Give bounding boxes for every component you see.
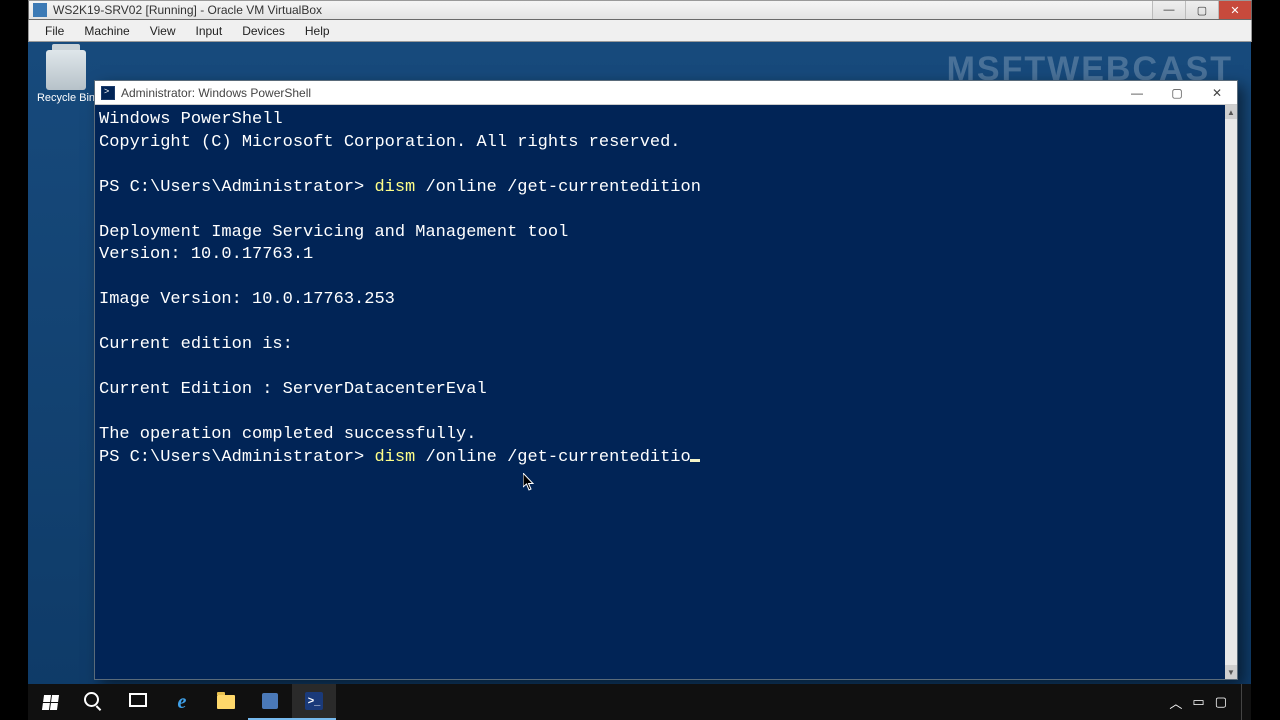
- powershell-body[interactable]: ▲ ▼ Windows PowerShell Copyright (C) Mic…: [95, 105, 1237, 679]
- recycle-bin[interactable]: Recycle Bin: [34, 50, 98, 104]
- scroll-up-button[interactable]: ▲: [1225, 105, 1237, 119]
- server-manager-button[interactable]: [248, 684, 292, 720]
- scrollbar[interactable]: ▲ ▼: [1225, 105, 1237, 679]
- text-cursor: [690, 459, 700, 462]
- virtualbox-icon: [33, 3, 47, 17]
- scroll-down-button[interactable]: ▼: [1225, 665, 1237, 679]
- menu-input[interactable]: Input: [186, 22, 233, 40]
- task-view-icon: [129, 693, 147, 712]
- tray-chevron-icon[interactable]: ︿: [1169, 693, 1182, 712]
- system-tray: ︿ ▭ ▢: [1169, 684, 1251, 720]
- powershell-window-title: Administrator: Windows PowerShell: [121, 86, 311, 100]
- close-button[interactable]: ✕: [1218, 1, 1251, 19]
- show-desktop-button[interactable]: [1241, 684, 1247, 720]
- search-icon: [84, 692, 105, 712]
- start-button[interactable]: [28, 684, 72, 720]
- windows-logo-icon: [41, 695, 58, 710]
- menu-file[interactable]: File: [35, 22, 74, 40]
- virtualbox-menubar: File Machine View Input Devices Help: [28, 20, 1252, 42]
- powershell-titlebar[interactable]: Administrator: Windows PowerShell — ▢ ✕: [95, 81, 1237, 105]
- search-button[interactable]: [72, 684, 116, 720]
- guest-desktop: MSFTWEBCAST Recycle Bin Administrator: W…: [28, 42, 1251, 720]
- minimize-button[interactable]: —: [1152, 1, 1185, 19]
- powershell-window: Administrator: Windows PowerShell — ▢ ✕ …: [94, 80, 1238, 680]
- terminal-output: Windows PowerShell Copyright (C) Microso…: [95, 109, 1237, 469]
- menu-view[interactable]: View: [140, 22, 186, 40]
- network-icon[interactable]: ▭: [1192, 694, 1204, 710]
- virtualbox-window-title: WS2K19-SRV02 [Running] - Oracle VM Virtu…: [53, 3, 322, 17]
- menu-devices[interactable]: Devices: [232, 22, 295, 40]
- powershell-taskbar-icon: >_: [305, 692, 323, 710]
- ps-close-button[interactable]: ✕: [1197, 81, 1237, 105]
- menu-help[interactable]: Help: [295, 22, 340, 40]
- notifications-icon[interactable]: ▢: [1215, 694, 1227, 710]
- recycle-bin-icon: [46, 50, 86, 90]
- internet-explorer-button[interactable]: e: [160, 684, 204, 720]
- file-explorer-button[interactable]: [204, 684, 248, 720]
- ie-icon: e: [178, 691, 187, 714]
- recycle-bin-label: Recycle Bin: [34, 92, 98, 104]
- folder-icon: [217, 695, 235, 709]
- server-manager-icon: [262, 693, 278, 709]
- ps-maximize-button[interactable]: ▢: [1157, 81, 1197, 105]
- powershell-icon: [101, 86, 115, 100]
- maximize-button[interactable]: ▢: [1185, 1, 1218, 19]
- virtualbox-titlebar: WS2K19-SRV02 [Running] - Oracle VM Virtu…: [28, 0, 1252, 20]
- mouse-pointer-icon: [523, 473, 535, 491]
- task-view-button[interactable]: [116, 684, 160, 720]
- powershell-taskbar-button[interactable]: >_: [292, 684, 336, 720]
- ps-minimize-button[interactable]: —: [1117, 81, 1157, 105]
- windows-taskbar: e >_ ︿ ▭ ▢: [28, 684, 1251, 720]
- menu-machine[interactable]: Machine: [74, 22, 139, 40]
